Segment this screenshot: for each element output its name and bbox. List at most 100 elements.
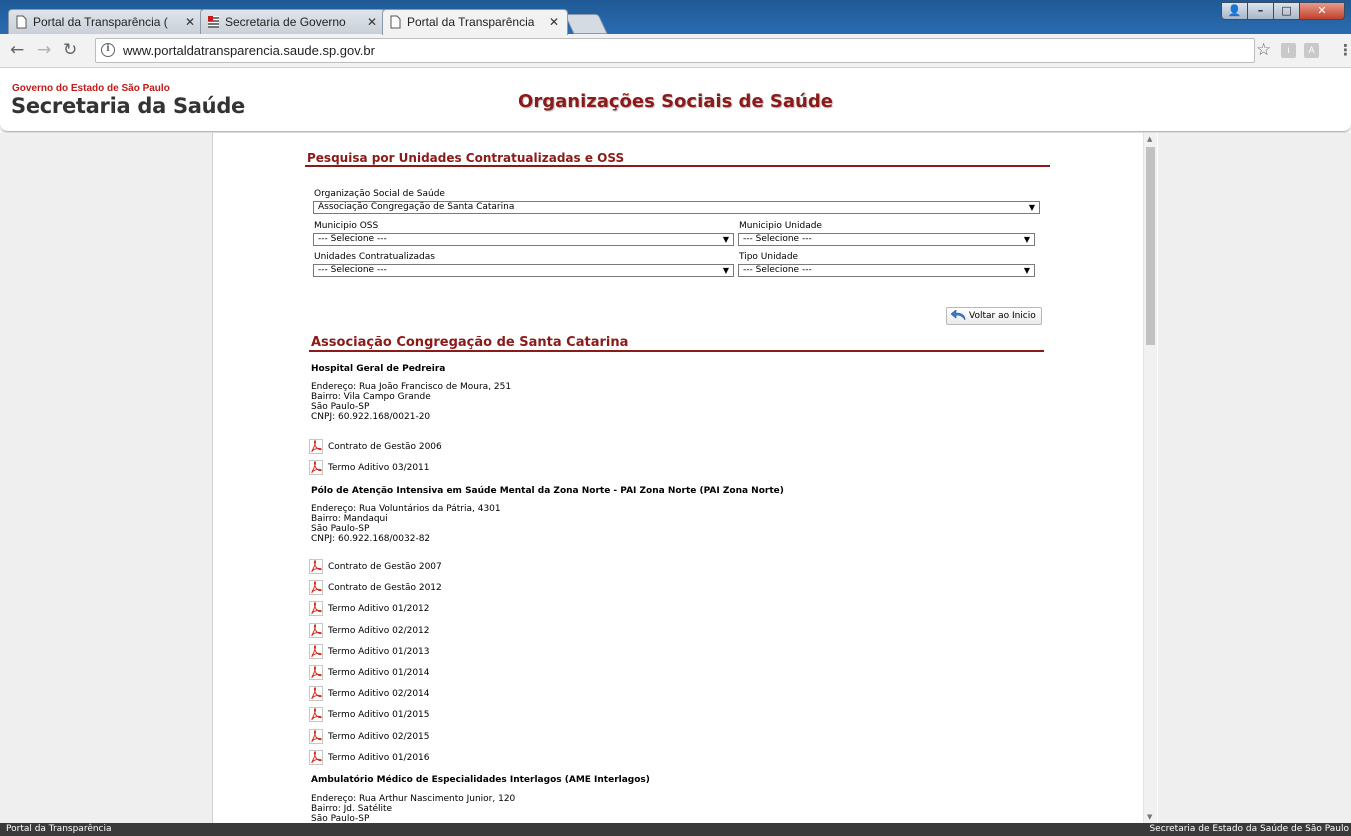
document-link[interactable]: Termo Aditivo 03/2011 bbox=[309, 460, 430, 476]
municipio-unidade-select[interactable]: --- Selecione --- ▼ bbox=[738, 233, 1035, 246]
sp-flag-icon bbox=[208, 16, 219, 28]
pdf-icon bbox=[309, 707, 323, 722]
unit-cidade: São Paulo-SP bbox=[311, 402, 370, 412]
search-section-title: Pesquisa por Unidades Contratualizadas e… bbox=[307, 151, 625, 165]
tab-portal-active[interactable]: Portal da Transparência ✕ bbox=[382, 9, 568, 35]
profile-button[interactable]: 👤 bbox=[1221, 2, 1248, 20]
browser-toolbar: ← → ↻ i www.portaldatransparencia.saude.… bbox=[0, 34, 1351, 68]
tab-secretaria-governo[interactable]: Secretaria de Governo ✕ bbox=[200, 9, 386, 34]
document-link[interactable]: Contrato de Gestão 2012 bbox=[309, 580, 442, 596]
document-label: Termo Aditivo 01/2013 bbox=[328, 647, 430, 657]
unit-cidade: São Paulo-SP bbox=[311, 524, 370, 534]
close-icon[interactable]: ✕ bbox=[549, 15, 559, 29]
municipio-oss-label: Municipio OSS bbox=[314, 221, 379, 231]
document-link[interactable]: Termo Aditivo 02/2014 bbox=[309, 686, 430, 702]
tipo-unidade-value: --- Selecione --- bbox=[743, 265, 812, 275]
address-bar[interactable]: i www.portaldatransparencia.saude.sp.gov… bbox=[95, 38, 1255, 63]
unit-address: Endereço: Rua Arthur Nascimento Junior, … bbox=[311, 794, 515, 823]
status-left: Portal da Transparência bbox=[6, 824, 112, 834]
pdf-icon bbox=[309, 439, 323, 454]
document-link[interactable]: Termo Aditivo 02/2012 bbox=[309, 623, 430, 639]
tipo-unidade-select[interactable]: --- Selecione --- ▼ bbox=[738, 264, 1035, 277]
org-select-value: Associação Congregação de Santa Catarina bbox=[318, 202, 515, 212]
status-right: Secretaria de Estado da Saúde de São Pau… bbox=[1149, 824, 1349, 834]
status-bar: Portal da Transparência Secretaria de Es… bbox=[0, 823, 1351, 836]
scroll-up-icon[interactable]: ▲ bbox=[1147, 135, 1152, 143]
document-label: Termo Aditivo 01/2012 bbox=[328, 604, 430, 614]
page-title: Organizações Sociais de Saúde bbox=[518, 91, 833, 112]
document-link[interactable]: Termo Aditivo 01/2015 bbox=[309, 707, 430, 723]
document-label: Termo Aditivo 03/2011 bbox=[328, 463, 430, 473]
unidades-label: Unidades Contratualizadas bbox=[314, 252, 435, 262]
menu-icon[interactable]: ⋮ bbox=[1338, 41, 1351, 59]
back-to-start-button[interactable]: Voltar ao Inicio bbox=[946, 307, 1042, 325]
extension-a-icon[interactable]: A bbox=[1304, 43, 1319, 58]
document-link[interactable]: Termo Aditivo 01/2014 bbox=[309, 665, 430, 681]
document-label: Termo Aditivo 01/2014 bbox=[328, 668, 430, 678]
page-icon bbox=[390, 15, 401, 29]
document-label: Contrato de Gestão 2007 bbox=[328, 562, 442, 572]
document-label: Termo Aditivo 02/2015 bbox=[328, 732, 430, 742]
pdf-icon bbox=[309, 644, 323, 659]
document-link[interactable]: Contrato de Gestão 2007 bbox=[309, 559, 442, 575]
dropdown-arrow-icon: ▼ bbox=[722, 266, 729, 275]
scroll-down-icon[interactable]: ▼ bbox=[1147, 813, 1152, 821]
pdf-icon bbox=[309, 750, 323, 765]
tab-portal-1[interactable]: Portal da Transparência ( ✕ bbox=[8, 9, 204, 34]
back-button-label: Voltar ao Inicio bbox=[969, 311, 1036, 321]
info-icon[interactable]: i bbox=[101, 43, 115, 57]
content-scrollbar[interactable]: ▲ ▼ bbox=[1143, 133, 1157, 823]
pdf-icon bbox=[309, 665, 323, 680]
document-label: Termo Aditivo 02/2014 bbox=[328, 689, 430, 699]
unit-address: Endereço: Rua Voluntários da Pátria, 430… bbox=[311, 504, 501, 544]
unidades-value: --- Selecione --- bbox=[318, 265, 387, 275]
document-link[interactable]: Termo Aditivo 01/2016 bbox=[309, 750, 430, 766]
bookmark-star-icon[interactable]: ☆ bbox=[1256, 40, 1271, 60]
pdf-icon bbox=[309, 460, 323, 475]
dropdown-arrow-icon: ▼ bbox=[1023, 235, 1030, 244]
municipio-oss-select[interactable]: --- Selecione --- ▼ bbox=[313, 233, 734, 246]
forward-arrow-icon[interactable]: → bbox=[37, 40, 51, 60]
document-label: Contrato de Gestão 2006 bbox=[328, 442, 442, 452]
municipio-oss-value: --- Selecione --- bbox=[318, 234, 387, 244]
new-tab-button[interactable] bbox=[564, 14, 608, 34]
unidades-select[interactable]: --- Selecione --- ▼ bbox=[313, 264, 734, 277]
close-icon[interactable]: ✕ bbox=[367, 15, 377, 29]
dropdown-arrow-icon: ▼ bbox=[1023, 266, 1030, 275]
document-link[interactable]: Termo Aditivo 02/2015 bbox=[309, 729, 430, 745]
document-link[interactable]: Termo Aditivo 01/2013 bbox=[309, 644, 430, 660]
document-label: Termo Aditivo 01/2016 bbox=[328, 753, 430, 763]
content-frame: Pesquisa por Unidades Contratualizadas e… bbox=[212, 133, 1158, 823]
document-label: Contrato de Gestão 2012 bbox=[328, 583, 442, 593]
minimize-button[interactable]: – bbox=[1247, 2, 1274, 20]
unit-endereco: Endereço: Rua Voluntários da Pátria, 430… bbox=[311, 504, 501, 514]
maximize-button[interactable]: □ bbox=[1273, 2, 1300, 20]
unit-bairro: Bairro: Mandaqui bbox=[311, 514, 388, 524]
return-arrow-icon bbox=[951, 310, 966, 321]
unit-name: Ambulatório Médico de Especialidades Int… bbox=[311, 775, 650, 785]
close-window-button[interactable]: ✕ bbox=[1299, 2, 1345, 20]
unit-bairro: Bairro: Vila Campo Grande bbox=[311, 392, 431, 402]
tab-title: Portal da Transparência bbox=[407, 15, 535, 29]
document-link[interactable]: Termo Aditivo 01/2012 bbox=[309, 601, 430, 617]
back-arrow-icon[interactable]: ← bbox=[10, 40, 24, 60]
pdf-icon bbox=[309, 686, 323, 701]
url-text: www.portaldatransparencia.saude.sp.gov.b… bbox=[123, 43, 375, 58]
org-select[interactable]: Associação Congregação de Santa Catarina… bbox=[313, 201, 1040, 214]
pdf-icon bbox=[309, 623, 323, 638]
unit-endereco: Endereço: Rua Arthur Nascimento Junior, … bbox=[311, 794, 516, 804]
unit-bairro: Bairro: Jd. Satélite bbox=[311, 804, 393, 814]
pdf-icon bbox=[309, 601, 323, 616]
scrollbar-thumb[interactable] bbox=[1146, 147, 1155, 345]
extension-i-icon[interactable]: i bbox=[1281, 43, 1296, 58]
org-label: Organização Social de Saúde bbox=[314, 189, 445, 199]
page-icon bbox=[16, 15, 27, 29]
tipo-unidade-label: Tipo Unidade bbox=[739, 252, 799, 262]
close-icon[interactable]: ✕ bbox=[185, 15, 195, 29]
document-link[interactable]: Contrato de Gestão 2006 bbox=[309, 439, 442, 455]
municipio-unidade-label: Municipio Unidade bbox=[739, 221, 822, 231]
reload-icon[interactable]: ↻ bbox=[63, 40, 77, 60]
tab-strip: Portal da Transparência ( ✕ Secretaria d… bbox=[0, 0, 1351, 35]
unit-name: Pólo de Atenção Intensiva em Saúde Menta… bbox=[311, 486, 784, 496]
dropdown-arrow-icon: ▼ bbox=[722, 235, 729, 244]
